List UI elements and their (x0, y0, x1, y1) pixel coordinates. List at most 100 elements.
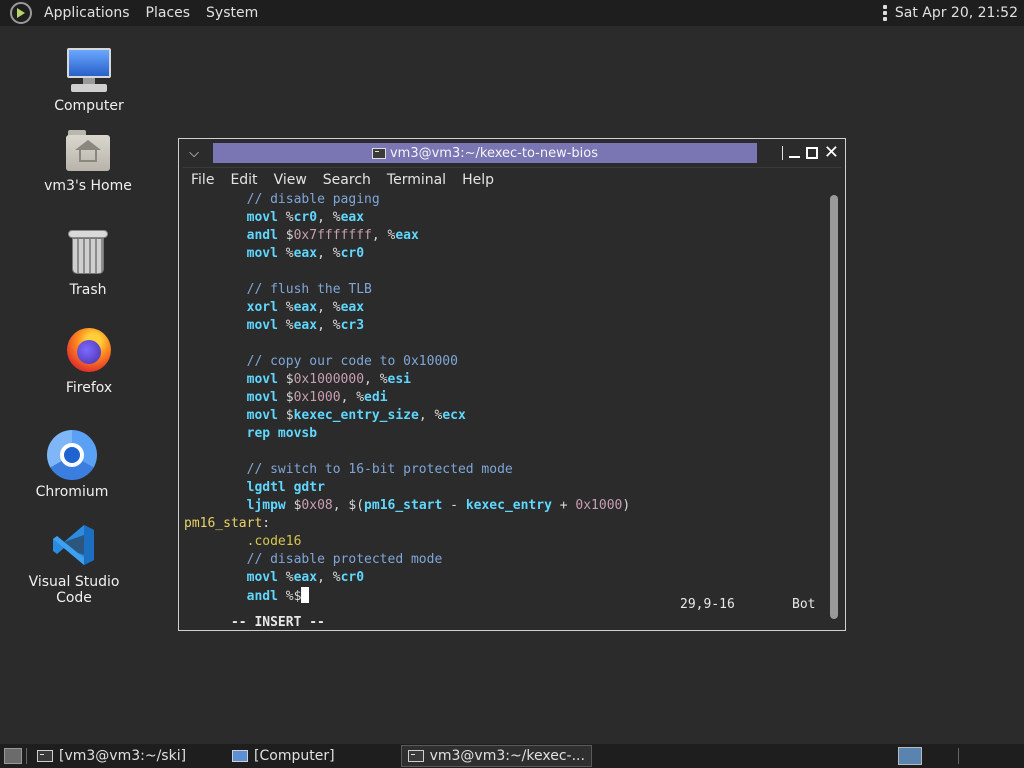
desktop-icon-vscode[interactable]: Visual Studio Code (14, 522, 134, 606)
desktop-icon-computer[interactable]: Computer (29, 46, 149, 114)
show-desktop-button[interactable] (4, 748, 22, 764)
code-token: 0x1000 (293, 390, 341, 405)
code-line: movl %eax, %cr3 (184, 317, 827, 335)
code-token: movl (246, 318, 278, 333)
code-token: , % (340, 390, 365, 405)
code-token: pm16_start (364, 498, 443, 513)
desktop-icon-chromium[interactable]: Chromium (12, 430, 132, 500)
desktop-icon-label: Visual Studio Code (28, 574, 120, 606)
system-menu[interactable]: System (198, 5, 266, 21)
code-line: // switch to 16-bit protected mode (184, 461, 827, 479)
code-token: , % (317, 300, 341, 315)
panel-handle-icon[interactable] (882, 5, 887, 21)
code-token: ) (622, 498, 631, 513)
bottom-panel: [vm3@vm3:~/ski] [Computer] vm3@vm3:~/kex… (0, 744, 1024, 768)
code-token: , % (371, 228, 396, 243)
code-token: movl (246, 372, 278, 387)
code-token: - (442, 498, 466, 513)
menu-logo-icon[interactable] (10, 2, 32, 24)
clock[interactable]: Sat Apr 20, 21:52 (895, 5, 1018, 21)
code-token: andl (246, 228, 278, 243)
code-token: 0x1000000 (293, 372, 365, 387)
code-token: eax (395, 228, 419, 243)
scroll-position: Bot (792, 597, 816, 612)
minimize-button[interactable] (788, 156, 800, 158)
computer-icon (232, 750, 249, 762)
code-token: % (277, 300, 294, 315)
code-token: $ (285, 498, 302, 513)
applications-menu[interactable]: Applications (36, 5, 138, 21)
code-token: movl (246, 246, 278, 261)
code-line: movl %eax, %cr0 (184, 569, 827, 587)
taskbar-item-computer[interactable]: [Computer] (226, 745, 341, 767)
code-line: movl $0x1000000, %esi (184, 371, 827, 389)
code-token: rep movsb (246, 426, 318, 441)
menu-view[interactable]: View (266, 172, 315, 188)
code-line: // copy our code to 0x10000 (184, 353, 827, 371)
code-token: $ (277, 372, 294, 387)
terminal-window: ⌵ vm3@vm3:~/kexec-to-new-bios ✕ File Edi… (178, 138, 846, 631)
terminal-titlebar[interactable]: ⌵ vm3@vm3:~/kexec-to-new-bios ✕ (179, 139, 845, 167)
menu-edit[interactable]: Edit (222, 172, 265, 188)
menu-terminal[interactable]: Terminal (379, 172, 454, 188)
code-token: eax (293, 318, 318, 333)
code-token: kexec_entry (465, 498, 552, 513)
desktop-icon-firefox[interactable]: Firefox (29, 326, 149, 396)
computer-icon (65, 46, 113, 94)
code-token: 0x08 (301, 498, 333, 513)
code-token: cr0 (293, 210, 318, 225)
terminal-scrollbar[interactable] (829, 191, 839, 626)
code-token: movl (246, 408, 278, 423)
menu-search[interactable]: Search (315, 172, 379, 188)
code-token: , % (317, 246, 341, 261)
code-token: 0x7fffffff (293, 228, 372, 243)
code-line: ljmpw $0x08, $(pm16_start - kexec_entry … (184, 497, 827, 515)
code-line: movl %eax, %cr0 (184, 245, 827, 263)
editor-buffer[interactable]: // disable paging movl %cr0, %eax andl $… (184, 191, 827, 605)
desktop-icon-trash[interactable]: Trash (28, 230, 148, 298)
code-token: eax (340, 300, 365, 315)
code-token: eax (293, 246, 318, 261)
code-line: // disable paging (184, 191, 827, 209)
code-line: movl %cr0, %eax (184, 209, 827, 227)
window-menu-chevron-icon[interactable]: ⌵ (179, 139, 209, 167)
code-line: rep movsb (184, 425, 827, 443)
code-token: edi (364, 390, 388, 405)
taskbar-item-label: [vm3@vm3:~/ski] (59, 748, 187, 764)
code-token: , % (317, 318, 341, 333)
menu-file[interactable]: File (183, 172, 222, 188)
code-token: ljmpw (246, 498, 286, 513)
code-token: % (277, 210, 294, 225)
maximize-button[interactable] (805, 147, 818, 159)
code-token: ecx (442, 408, 466, 423)
scrollbar-thumb[interactable] (830, 195, 838, 619)
taskbar-item-kexec-terminal[interactable]: vm3@vm3:~/kexec-... (400, 745, 592, 767)
window-controls: ✕ (781, 141, 839, 165)
desktop-icon-home[interactable]: vm3's Home (28, 128, 148, 194)
workspace-switcher[interactable] (898, 747, 922, 765)
close-button[interactable]: ✕ (824, 144, 839, 162)
code-token: eax (293, 300, 318, 315)
code-token: xorl (246, 300, 278, 315)
terminal-content[interactable]: // disable paging movl %cr0, %eax andl $… (184, 191, 827, 626)
code-token: // switch to 16-bit protected mode (246, 462, 513, 477)
menu-help[interactable]: Help (454, 172, 502, 188)
code-line: movl $kexec_entry_size, %ecx (184, 407, 827, 425)
taskbar-item-ski-terminal[interactable]: [vm3@vm3:~/ski] (31, 745, 192, 767)
code-line: lgdtl gdtr (184, 479, 827, 497)
code-token: cr3 (340, 318, 365, 333)
code-token: eax (340, 210, 365, 225)
places-menu[interactable]: Places (138, 5, 199, 21)
